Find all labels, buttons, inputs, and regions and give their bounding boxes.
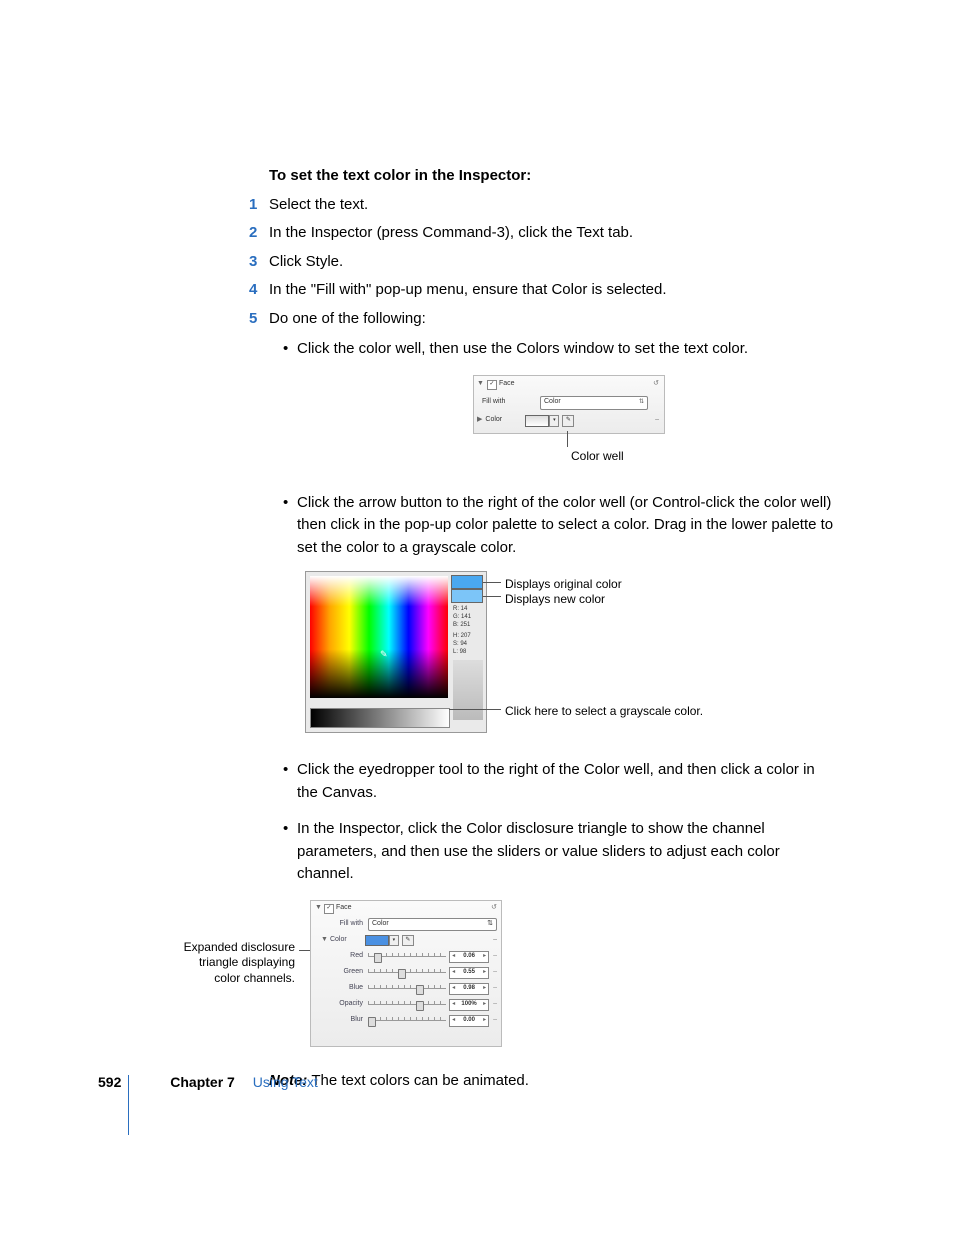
steps-list: 1Select the text. 2In the Inspector (pre…	[269, 194, 839, 1050]
step-text: Click Style.	[269, 253, 343, 270]
green-slider[interactable]	[368, 969, 446, 977]
section-heading: To set the text color in the Inspector:	[269, 165, 839, 188]
channel-label: Green	[315, 967, 368, 978]
blue-value-stepper[interactable]: ◂0.98▸	[449, 983, 489, 995]
disclosure-triangle-icon[interactable]: ▼	[321, 935, 328, 946]
color-label: Color	[485, 415, 523, 426]
footer-divider	[128, 1075, 129, 1135]
figure-color-channels: Expanded disclosure triangle displaying …	[175, 900, 655, 1050]
reset-icon[interactable]: –	[493, 967, 497, 978]
chapter-label: Chapter 7	[170, 1074, 235, 1090]
channel-label: Blue	[315, 983, 368, 994]
eyedropper-icon: ✎	[380, 648, 388, 662]
reset-icon[interactable]: –	[493, 951, 497, 962]
page-number: 592	[98, 1074, 121, 1090]
bullet-item: In the Inspector, click the Color disclo…	[283, 818, 839, 1050]
color-label: Color	[330, 935, 365, 946]
reset-icon[interactable]: –	[655, 415, 659, 426]
eyedropper-icon[interactable]: ✎	[402, 935, 414, 946]
reset-icon[interactable]: ↺	[491, 903, 497, 914]
green-value-stepper[interactable]: ◂0.55▸	[449, 967, 489, 979]
figure-color-picker: ✎ R: 14 G: 141 B: 251 H: 207 S: 94 L: 98…	[305, 571, 710, 741]
face-label: Face	[336, 903, 352, 914]
blur-label: Blur	[315, 1015, 368, 1026]
checkbox-icon[interactable]: ✓	[324, 904, 334, 914]
new-color-swatch[interactable]	[451, 589, 483, 603]
channel-label: Red	[315, 951, 368, 962]
callout-label: Displays new color	[505, 590, 605, 608]
color-well[interactable]	[525, 415, 549, 427]
blur-value-stepper[interactable]: ◂0.00▸	[449, 1015, 489, 1027]
grayscale-strip[interactable]	[310, 708, 450, 728]
blur-slider[interactable]	[368, 1017, 446, 1025]
bullet-item: Click the color well, then use the Color…	[283, 338, 839, 470]
reset-icon[interactable]: –	[493, 935, 497, 946]
disclosure-triangle-icon[interactable]: ▼	[315, 903, 322, 914]
rgb-hsl-readout: R: 14 G: 141 B: 251 H: 207 S: 94 L: 98	[453, 606, 483, 657]
figure-color-well: ▼ ✓ Face ↺ Fill with Color⇅ ▶ Color ▾ ✎ …	[473, 375, 663, 470]
red-slider[interactable]	[368, 953, 446, 961]
bullet-item: Click the arrow button to the right of t…	[283, 492, 839, 742]
reset-icon[interactable]: ↺	[653, 379, 659, 390]
callout-label: Click here to select a grayscale color.	[505, 702, 703, 720]
chapter-title: Using Text	[253, 1074, 318, 1090]
checkbox-icon[interactable]: ✓	[487, 380, 497, 390]
fillwith-select[interactable]: Color⇅	[540, 396, 648, 410]
original-color-swatch[interactable]	[451, 575, 483, 589]
fillwith-select[interactable]: Color⇅	[368, 918, 497, 931]
disclosure-triangle-icon[interactable]: ▼	[477, 379, 484, 390]
dropdown-arrow-icon[interactable]: ▾	[389, 935, 399, 946]
color-well[interactable]	[365, 935, 389, 946]
opacity-slider[interactable]	[368, 1001, 446, 1009]
blue-slider[interactable]	[368, 985, 446, 993]
opacity-label: Opacity	[315, 999, 368, 1010]
step-text: In the "Fill with" pop-up menu, ensure t…	[269, 281, 667, 298]
figure-caption: Color well	[571, 447, 624, 465]
reset-icon[interactable]: –	[493, 983, 497, 994]
dropdown-arrow-icon[interactable]: ▾	[549, 415, 559, 427]
value-strip[interactable]	[453, 660, 483, 720]
step-text: In the Inspector (press Command-3), clic…	[269, 224, 633, 241]
fillwith-label: Fill with	[315, 919, 368, 930]
color-spectrum[interactable]: ✎	[310, 576, 448, 698]
step-text: Do one of the following:	[269, 310, 426, 327]
page-footer: 592 Chapter 7 Using Text	[98, 1072, 838, 1093]
fillwith-label: Fill with	[474, 397, 540, 408]
bullet-item: Click the eyedropper tool to the right o…	[283, 759, 839, 804]
red-value-stepper[interactable]: ◂0.06▸	[449, 951, 489, 963]
callout-label: Expanded disclosure triangle displaying …	[175, 940, 295, 987]
reset-icon[interactable]: –	[493, 999, 497, 1010]
reset-icon[interactable]: –	[493, 1015, 497, 1026]
disclosure-triangle-icon[interactable]: ▶	[477, 415, 482, 426]
eyedropper-icon[interactable]: ✎	[562, 415, 574, 427]
step-text: Select the text.	[269, 196, 368, 213]
opacity-value-stepper[interactable]: ◂100%▸	[449, 999, 489, 1011]
face-label: Face	[499, 379, 515, 390]
